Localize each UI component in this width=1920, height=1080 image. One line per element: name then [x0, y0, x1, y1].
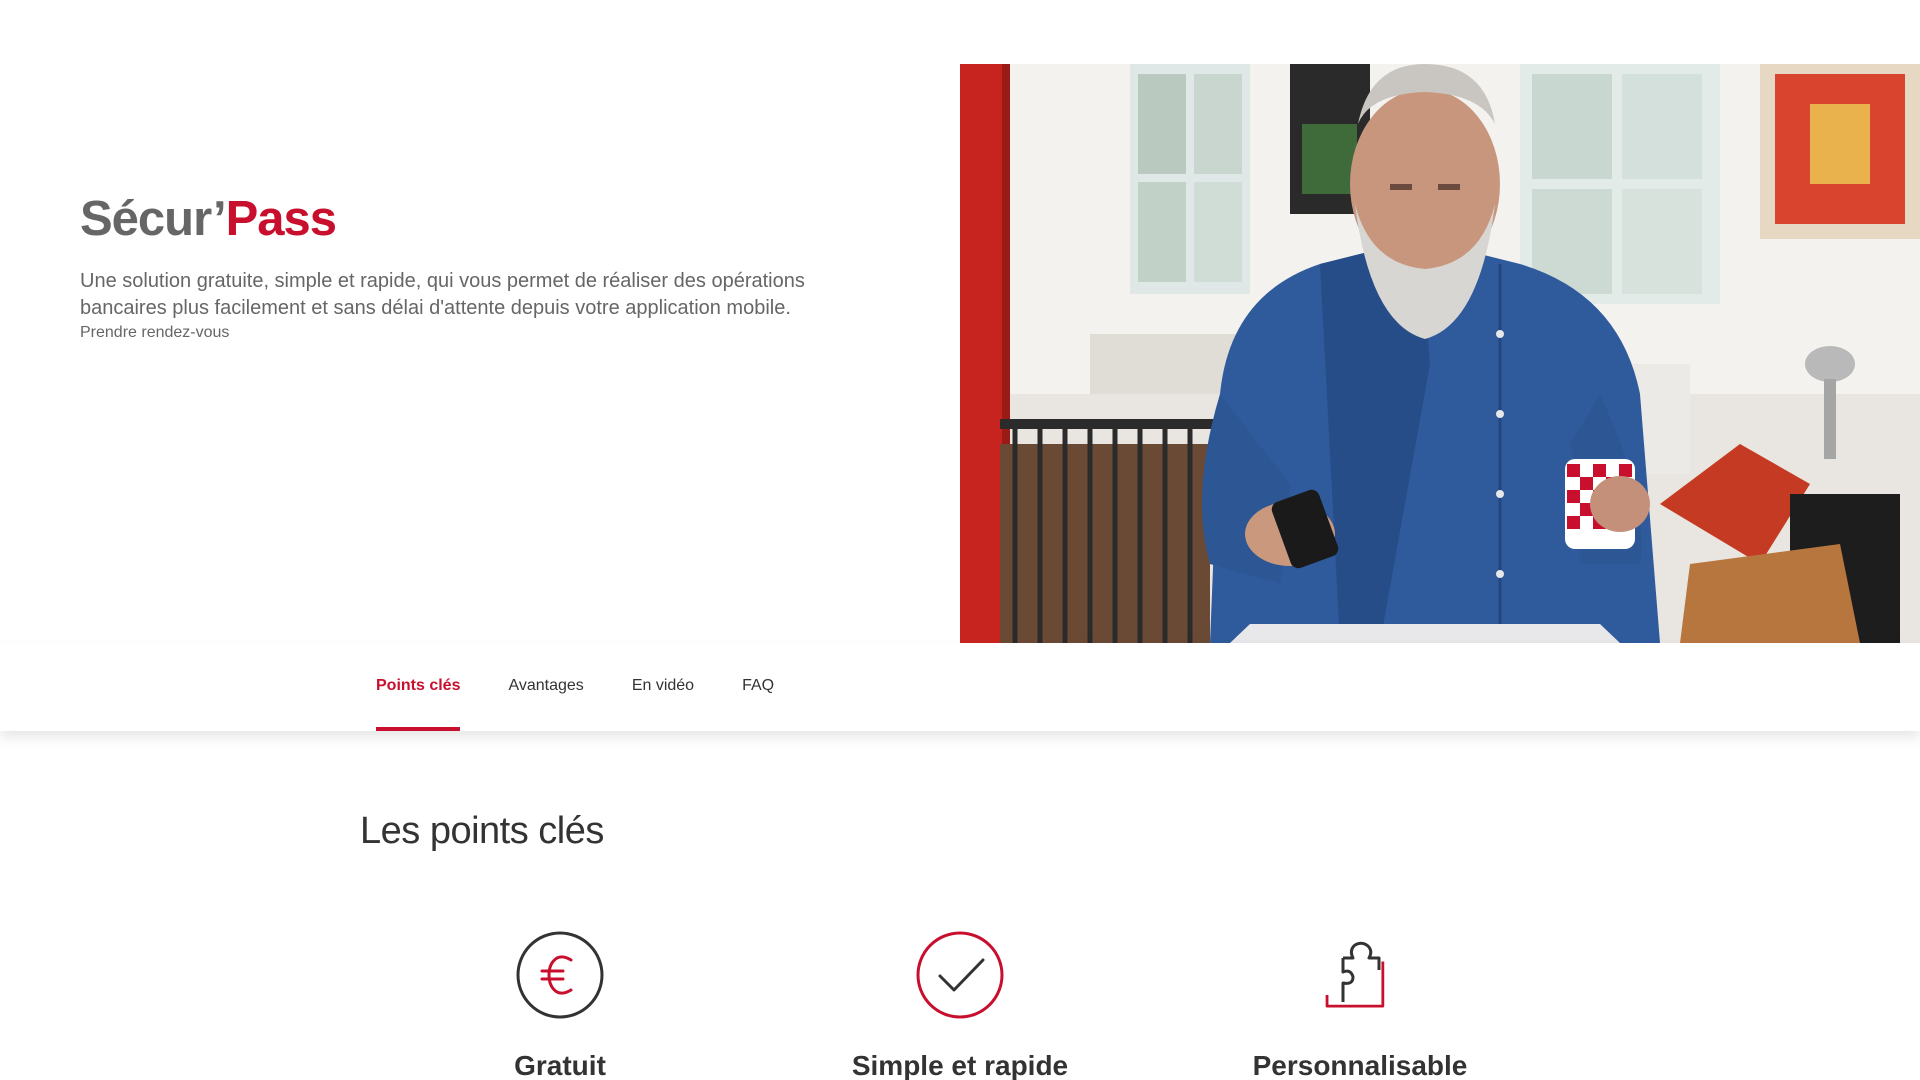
tab-avantages[interactable]: Avantages: [508, 643, 583, 731]
key-point-label: Gratuit: [514, 1050, 606, 1080]
key-point-label: Simple et rapide: [851, 1050, 1069, 1080]
tabs: Points clés Avantages En vidéo FAQ: [376, 643, 822, 731]
tab-faq[interactable]: FAQ: [742, 643, 774, 731]
key-points-title: Les points clés: [360, 810, 604, 852]
title-part-2: Pass: [225, 192, 337, 246]
hero-section: Sécur’Pass Une solution gratuite, simple…: [0, 0, 1920, 643]
check-icon: [916, 931, 1004, 1019]
title-part-1: Sécur’: [80, 192, 227, 246]
hero-text: Sécur’Pass Une solution gratuite, simple…: [80, 190, 880, 342]
page: Sécur’Pass Une solution gratuite, simple…: [0, 0, 1920, 1080]
appointment-link[interactable]: Prendre rendez-vous: [80, 324, 229, 342]
tab-en-video[interactable]: En vidéo: [632, 643, 694, 731]
puzzle-icon: [1325, 941, 1385, 1008]
key-point-simple: Simple et rapide: [760, 930, 1160, 1080]
key-point-label: Personnalisable: [1252, 1050, 1468, 1080]
key-point-custom: Personnalisable: [1160, 930, 1560, 1080]
hero-photo: [960, 64, 1920, 643]
page-title: Sécur’Pass: [80, 190, 880, 248]
hero-description: Une solution gratuite, simple et rapide,…: [80, 270, 805, 319]
key-point-free: Gratuit: [360, 930, 760, 1080]
section-tabbar: Points clés Avantages En vidéo FAQ: [0, 643, 1920, 731]
key-points-list: Gratuit Simple et rapide Personnalisable: [360, 930, 1560, 1080]
euro-icon: [516, 931, 604, 1019]
tab-points-cles[interactable]: Points clés: [376, 643, 461, 731]
